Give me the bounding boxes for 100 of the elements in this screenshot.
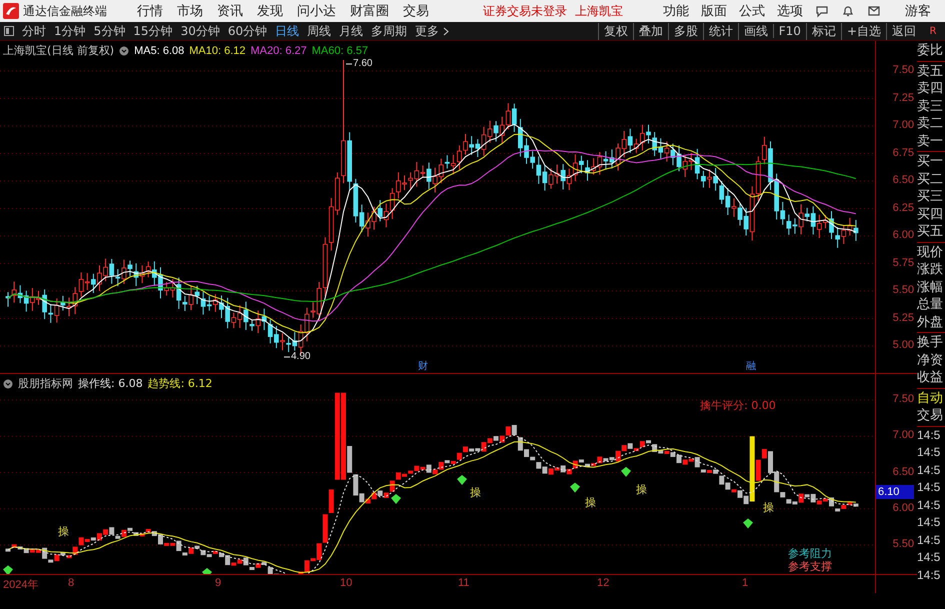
moving-average-value: MA10: 6.12 (189, 44, 246, 56)
period-tab[interactable]: 60分钟 (224, 22, 272, 40)
price-tick: 7.00 (892, 119, 914, 131)
price-tick: 7.50 (892, 64, 914, 76)
quote-label: 总量 (917, 296, 944, 314)
date-label: 9 (215, 577, 222, 589)
price-tick: 5.75 (892, 256, 914, 268)
toolbar-button[interactable]: 画线 (738, 22, 773, 40)
trade-status-link[interactable]: 证券交易未登录 (483, 2, 567, 20)
moving-average-value: MA20: 6.27 (250, 44, 307, 56)
signal-mark: 操 (585, 495, 596, 510)
quote-label: 买四 (917, 206, 944, 223)
indicator-value: 趋势线: 6.12 (148, 376, 212, 391)
price-tick: 6.50 (892, 174, 914, 186)
period-tab[interactable]: 月线 (335, 22, 368, 40)
high-price-label: 7.60 (353, 58, 372, 69)
period-tab[interactable]: 5分钟 (90, 22, 130, 40)
quote-label: 收益 (917, 369, 944, 386)
auto-trade-label[interactable]: 交易 (917, 407, 945, 424)
price-tick: 5.25 (892, 312, 914, 324)
price-tick: 7.00 (892, 429, 914, 442)
menu-item[interactable]: 财富圈 (350, 2, 389, 20)
stock-name: 上海凯宝 (575, 2, 623, 20)
quote-label: 现价 (917, 244, 944, 261)
legend-label: 参考支撑 (788, 559, 832, 574)
menu-item[interactable]: 交易 (403, 2, 429, 20)
signal-mark: 操 (58, 524, 69, 539)
signal-mark: 操 (763, 500, 774, 515)
toolbar-button[interactable]: 叠加 (632, 22, 668, 40)
quote-label: 买一 (917, 153, 944, 170)
trade-time: 14:5 (917, 514, 942, 531)
price-tick: 7.25 (892, 92, 914, 104)
signal-mark: 操 (470, 485, 481, 500)
period-tab[interactable]: 周线 (303, 22, 336, 40)
period-tab[interactable]: 日线 (271, 22, 304, 40)
quote-label: 净资 (917, 352, 944, 369)
period-tab[interactable]: 1分钟 (50, 22, 90, 40)
quote-label: 涨幅 (917, 278, 944, 296)
price-tick: 5.50 (892, 538, 914, 550)
date-label: 2024年 (3, 578, 38, 592)
menu-item[interactable]: 发现 (257, 2, 283, 20)
quote-label: 外盘 (917, 314, 944, 331)
trade-time: 14:5 (917, 426, 942, 444)
date-label: 8 (68, 577, 74, 589)
menu-item[interactable]: 问小达 (297, 2, 336, 20)
period-tab[interactable]: 多周期 (367, 22, 412, 40)
menu-item[interactable]: 选项 (777, 2, 803, 20)
auto-trade-label[interactable]: 自动 (917, 390, 945, 407)
toolbar-button[interactable]: 统计 (702, 22, 738, 40)
menu-item[interactable]: 公式 (739, 2, 765, 20)
quote-label: 卖五 (917, 62, 944, 80)
signal-mark: 操 (636, 482, 647, 497)
price-tick: 5.00 (892, 339, 914, 351)
indicator-name: 股朋指标网 (18, 376, 73, 391)
legend-label: 参考阻力 (788, 546, 832, 561)
price-tick: 6.00 (892, 502, 914, 514)
quote-label: 买二 (917, 170, 944, 188)
moving-average-value: MA60: 6.57 (312, 44, 368, 56)
toolbar-button[interactable]: +自选 (840, 22, 886, 40)
more-tab[interactable]: 更多 (411, 22, 444, 40)
toolbar-button[interactable]: 多股 (668, 22, 703, 40)
chart-title: 上海凯宝(日线 前复权) (3, 43, 114, 58)
current-value-label: 6.10 (876, 485, 914, 499)
toolbar-button[interactable]: 返回 (886, 22, 921, 40)
toolbar-button[interactable]: 复权 (598, 22, 633, 40)
trade-time: 14:5 (917, 549, 942, 566)
score-label: 擒牛评分: 0.00 (700, 398, 776, 413)
quote-label: 买三 (917, 188, 944, 206)
trade-time: 14:5 (917, 566, 942, 584)
trade-time: 14:5 (917, 496, 942, 514)
event-mark[interactable]: 融 (746, 359, 756, 373)
price-tick: 6.00 (892, 229, 914, 241)
app-title: 通达信金融终端 (23, 2, 107, 20)
corner-label: R (928, 26, 938, 36)
trade-time: 14:5 (917, 462, 942, 478)
toolbar-button[interactable]: 标记 (806, 22, 841, 40)
event-mark[interactable]: 财 (418, 359, 428, 373)
quote-label: 涨跌 (917, 261, 944, 278)
menu-item[interactable]: 市场 (177, 2, 203, 20)
trade-time: 14:5 (917, 479, 942, 496)
menu-item[interactable]: 功能 (663, 2, 689, 20)
date-label: 11 (458, 577, 470, 589)
price-tick: 6.50 (892, 466, 914, 478)
period-tab[interactable]: 30分钟 (176, 22, 224, 40)
trade-time: 14:5 (917, 532, 942, 548)
quote-label: 卖三 (917, 98, 944, 115)
quote-label: 买五 (917, 223, 944, 240)
toolbar-button[interactable]: F10 (772, 24, 806, 38)
trade-time: 14:5 (917, 444, 942, 461)
menu-item[interactable]: 行情 (137, 2, 163, 20)
user-label[interactable]: 游客 (905, 2, 931, 20)
quote-label: 换手 (917, 334, 944, 352)
moving-average-value: MA5: 6.08 (134, 44, 184, 56)
period-tab[interactable]: 分时 (18, 22, 50, 40)
quote-label: 卖四 (917, 80, 944, 98)
menu-item[interactable]: 版面 (701, 2, 727, 20)
date-label: 12 (597, 577, 610, 589)
low-price-label: 4.90 (291, 351, 310, 362)
menu-item[interactable]: 资讯 (217, 2, 243, 20)
period-tab[interactable]: 15分钟 (129, 22, 177, 40)
